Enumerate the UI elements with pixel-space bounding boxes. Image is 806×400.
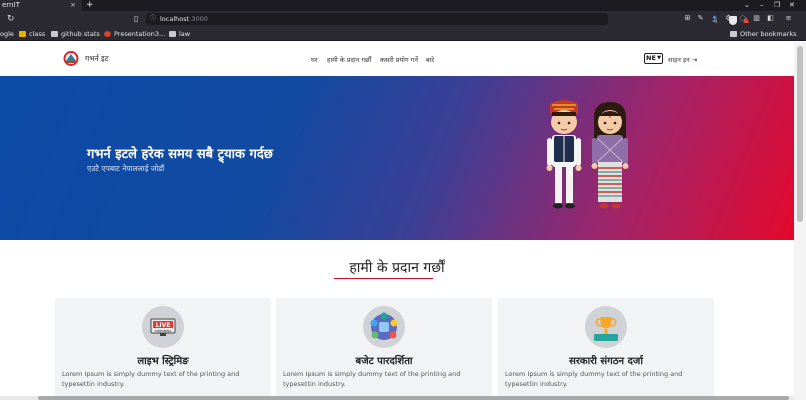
bookmark-favicon-icon	[19, 31, 26, 37]
browser-tab-bar: ernIT × + ⌄ – ❐ ✕	[0, 0, 806, 11]
bookmark-item[interactable]: class	[19, 27, 45, 41]
signin-button[interactable]: साइन इन ⇥	[668, 55, 697, 64]
bookmark-item[interactable]: github stats	[51, 27, 100, 41]
new-tab-button[interactable]: +	[86, 0, 94, 11]
hero-title: गभर्न इटले हरेक समय सबै ट्र्याक गर्दछ	[87, 147, 273, 162]
site-info-icon[interactable]: ⓘ	[150, 13, 156, 25]
service-card-govt-org-rating[interactable]: सरकारी संगठन दर्जा Lorem Ipsum is simply…	[498, 298, 714, 400]
nav-how-to-use[interactable]: कसरी प्रयोग गर्ने	[380, 55, 418, 64]
nav-about[interactable]: बारे	[426, 55, 434, 64]
other-bookmarks[interactable]: Other bookmarks	[730, 27, 797, 41]
window-close-icon[interactable]: ✕	[789, 0, 795, 11]
card-body: Lorem Ipsum is simply dummy text of the …	[62, 370, 240, 388]
nav-what-we-provide[interactable]: हामी के प्रदान गर्छौं	[327, 55, 371, 64]
bookmark-page-icon[interactable]: ▯	[134, 13, 138, 25]
reload-icon[interactable]: ↻	[7, 13, 15, 25]
language-select[interactable]: NE ▼	[644, 53, 663, 64]
hero-subtitle: एउटै एपबाट नेपाललाई जोडौं	[87, 164, 165, 173]
hero-banner: गभर्न इटले हरेक समय सबै ट्र्याक गर्दछ एउ…	[0, 76, 794, 240]
folder-icon	[169, 31, 176, 37]
nepali-children-illustration	[546, 100, 629, 209]
menu-icon[interactable]: ≡	[784, 14, 793, 23]
login-icon: ⇥	[691, 56, 698, 64]
navigation-toolbar: ↻ ▯ ⓘ localhost:3000 ⋖ ▲ ⊞ ✎ ✦ ⚙ ◌ ▥ ◧ ≡	[0, 11, 806, 27]
tab-list-chevron-icon[interactable]: ⌄	[744, 0, 750, 11]
horizontal-scrollbar-thumb[interactable]	[38, 396, 789, 400]
trophy-icon	[585, 306, 627, 348]
url-port: :3000	[189, 15, 208, 23]
powerpoint-icon	[104, 31, 111, 37]
service-card-live-streaming[interactable]: LIVE STREAMING लाइभ स्ट्रिमिङ Lorem Ipsu…	[55, 298, 271, 400]
minimize-icon[interactable]: –	[760, 0, 764, 11]
nepal-emblem-logo[interactable]	[63, 50, 79, 67]
card-body: Lorem Ipsum is simply dummy text of the …	[283, 370, 461, 388]
tab-close-icon[interactable]: ×	[70, 0, 76, 11]
tab-title: ernIT	[2, 1, 20, 9]
sidebar-icon[interactable]: ▥	[752, 14, 761, 23]
folder-icon	[730, 31, 737, 37]
extension-icon[interactable]: ⊞	[683, 14, 692, 23]
puzzle-icon[interactable]: ⚙	[724, 14, 733, 23]
bookmarks-bar: ogle class github stats Presentation3...…	[0, 27, 806, 41]
extension-blue-icon[interactable]: ✦	[710, 14, 719, 23]
title-underline	[334, 278, 433, 279]
streaming-badge-text: STREAMING	[155, 329, 172, 333]
browser-tab[interactable]: ernIT ×	[0, 0, 82, 11]
site-brand[interactable]: गभर्न इट	[85, 54, 109, 64]
card-title: सरकारी संगठन दर्जा	[569, 356, 643, 367]
budget-transparency-icon	[363, 306, 405, 348]
nav-home[interactable]: घर	[311, 55, 318, 64]
web-page: गभर्न इट घर हामी के प्रदान गर्छौं कसरी प…	[0, 42, 794, 400]
url-host: localhost	[160, 15, 190, 23]
services-section-title: हामी के प्रदान गर्छौं	[349, 260, 445, 276]
chevron-down-icon: ▼	[657, 55, 661, 61]
vertical-scrollbar-thumb[interactable]	[797, 46, 803, 222]
bookmark-item[interactable]: Presentation3...	[104, 27, 165, 41]
folder-icon	[51, 31, 58, 37]
bookmark-item[interactable]: ogle	[0, 27, 14, 41]
address-bar[interactable]: ⓘ localhost:3000 ⋖ ▲	[146, 13, 749, 25]
pen-icon[interactable]: ✎	[696, 14, 705, 23]
chat-icon[interactable]: ◌	[738, 14, 747, 23]
bookmark-item[interactable]: law	[169, 27, 190, 41]
wallet-icon[interactable]: ◧	[766, 14, 775, 23]
live-badge-text: LIVE	[156, 322, 171, 329]
service-card-budget-transparency[interactable]: बजेट पारदर्शिता Lorem Ipsum is simply du…	[276, 298, 492, 400]
site-navbar: गभर्न इट घर हामी के प्रदान गर्छौं कसरी प…	[0, 42, 794, 76]
card-title: बजेट पारदर्शिता	[355, 356, 413, 367]
live-streaming-icon: LIVE STREAMING	[142, 306, 184, 348]
card-body: Lorem Ipsum is simply dummy text of the …	[505, 370, 683, 388]
maximize-icon[interactable]: ❐	[774, 0, 780, 11]
card-title: लाइभ स्ट्रिमिङ	[137, 356, 189, 367]
